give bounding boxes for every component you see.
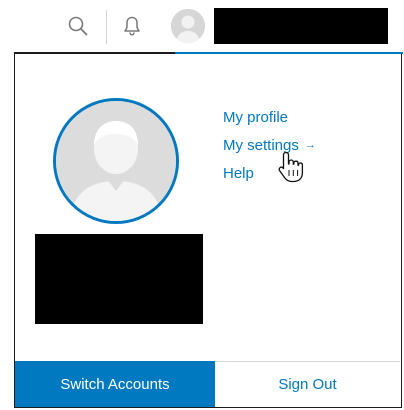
my-profile-label: My profile bbox=[223, 109, 289, 126]
my-profile-link[interactable]: My profile bbox=[223, 108, 316, 127]
panel-footer: Switch Accounts Sign Out bbox=[15, 361, 400, 407]
hand-pointer-cursor-icon bbox=[278, 151, 304, 183]
user-avatar-icon bbox=[171, 9, 205, 43]
panel-accent-line bbox=[175, 52, 403, 54]
help-label: Help bbox=[223, 165, 254, 182]
arrow-right-icon: → bbox=[304, 139, 316, 151]
top-navigation-bar bbox=[0, 0, 404, 52]
profile-name-redacted bbox=[35, 234, 203, 324]
sign-out-button[interactable]: Sign Out bbox=[215, 361, 400, 407]
user-avatar-icon bbox=[56, 101, 176, 221]
switch-accounts-button[interactable]: Switch Accounts bbox=[15, 361, 215, 407]
bell-icon[interactable] bbox=[120, 14, 144, 38]
topbar-divider bbox=[106, 10, 107, 44]
topbar-avatar[interactable] bbox=[171, 9, 205, 43]
topbar-username-redacted[interactable] bbox=[214, 8, 388, 44]
profile-avatar bbox=[53, 98, 179, 224]
search-icon[interactable] bbox=[66, 14, 90, 38]
account-dropdown-panel: My profile My settings → Help Switch Acco… bbox=[14, 52, 403, 408]
